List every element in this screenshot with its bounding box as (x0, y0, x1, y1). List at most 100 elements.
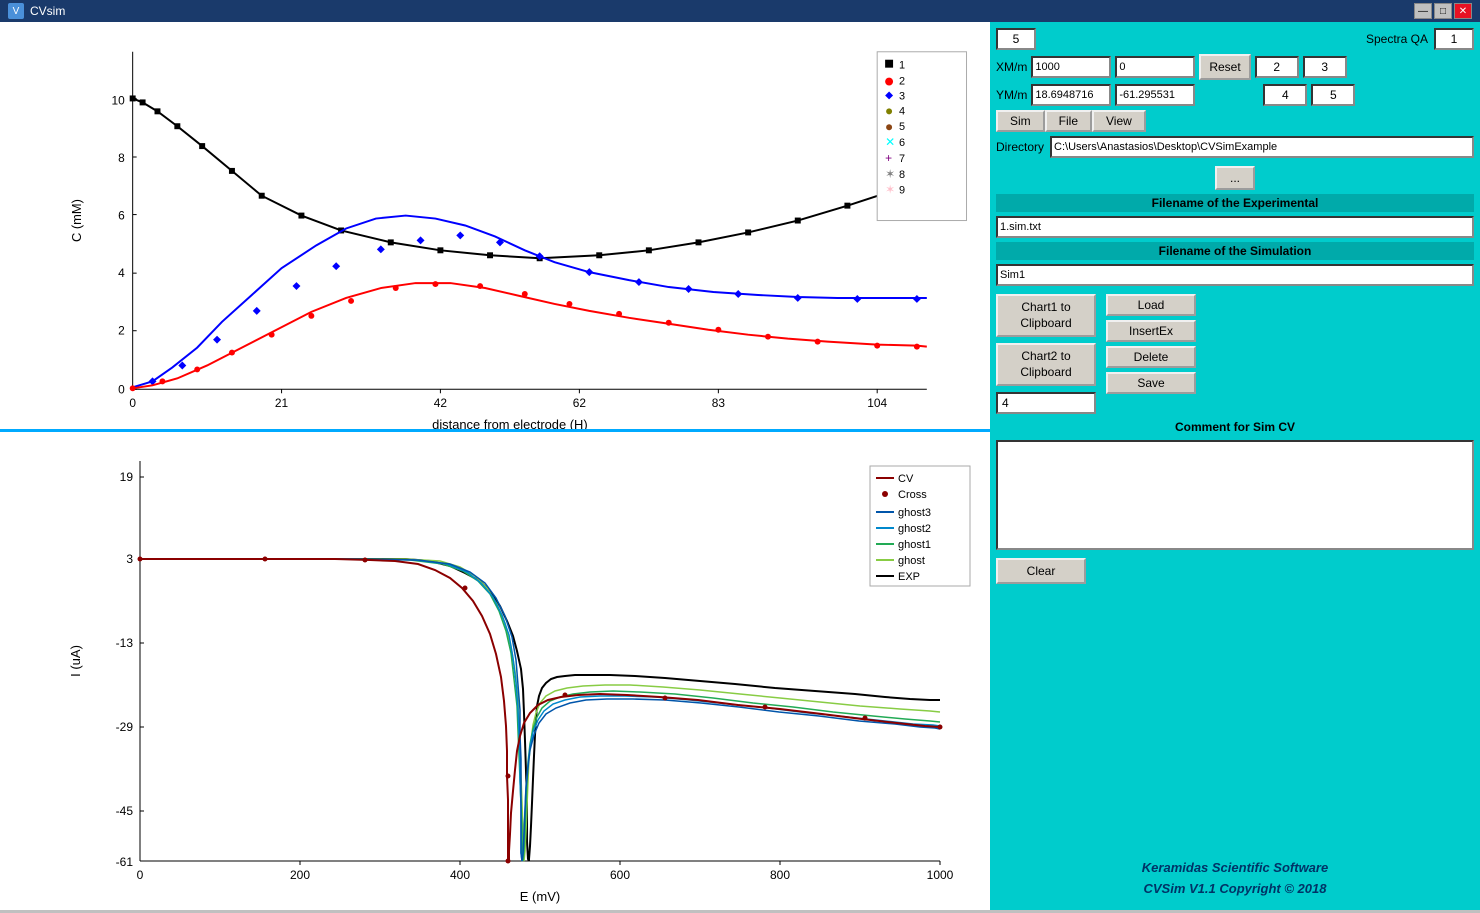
svg-text:0: 0 (129, 396, 136, 410)
chart1-clipboard-button[interactable]: Chart1 toClipboard (996, 294, 1096, 337)
num3-input[interactable] (1303, 56, 1347, 78)
chart1-svg: 0 2 4 6 8 10 C (mM) (0, 22, 990, 429)
svg-text:2: 2 (118, 324, 125, 338)
comment-label: Comment for Sim CV (996, 418, 1474, 436)
svg-text:8: 8 (899, 169, 905, 181)
svg-text:400: 400 (450, 868, 470, 882)
svg-text:104: 104 (867, 396, 887, 410)
svg-text:✶: ✶ (885, 183, 895, 197)
ym-row: YM/m (996, 84, 1474, 106)
svg-text:EXP: EXP (898, 571, 920, 583)
svg-text:2: 2 (899, 76, 905, 88)
svg-text:-61: -61 (116, 855, 134, 869)
chart2-svg: 19 3 -13 -29 -45 -61 I (uA) 0 (0, 432, 990, 910)
svg-text:0: 0 (118, 382, 125, 396)
svg-text:600: 600 (610, 868, 630, 882)
footer-line1: Keramidas Scientific Software (996, 858, 1474, 879)
reset-button[interactable]: Reset (1199, 54, 1250, 80)
svg-text:Cross: Cross (898, 489, 927, 501)
experimental-filename-input[interactable] (996, 216, 1474, 238)
app-icon: V (8, 3, 24, 19)
menu-bar: Sim File View (996, 110, 1474, 132)
menu-view[interactable]: View (1092, 110, 1146, 132)
svg-text:1: 1 (899, 60, 905, 72)
menu-sim[interactable]: Sim (996, 110, 1045, 132)
svg-text:3: 3 (899, 90, 905, 102)
ym-label: YM/m (996, 88, 1027, 102)
clear-button[interactable]: Clear (996, 558, 1086, 584)
maximize-button[interactable]: □ (1434, 3, 1452, 19)
svg-text:42: 42 (434, 396, 448, 410)
insert-ex-button[interactable]: InsertEx (1106, 320, 1196, 342)
svg-text:✶: ✶ (885, 167, 895, 181)
svg-text:6: 6 (899, 137, 905, 149)
num5-input[interactable] (1311, 84, 1355, 106)
svg-text:6: 6 (118, 209, 125, 223)
svg-text:ghost1: ghost1 (898, 539, 931, 551)
svg-text:19: 19 (120, 470, 134, 484)
close-button[interactable]: ✕ (1454, 3, 1472, 19)
svg-text:-29: -29 (116, 720, 134, 734)
xm-label: XM/m (996, 60, 1027, 74)
svg-text:-45: -45 (116, 804, 134, 818)
svg-text:800: 800 (770, 868, 790, 882)
main-container: 0 2 4 6 8 10 C (mM) (0, 22, 1480, 910)
svg-text:9: 9 (899, 185, 905, 197)
svg-text:ghost3: ghost3 (898, 507, 931, 519)
chart-top: 0 2 4 6 8 10 C (mM) (0, 22, 990, 432)
svg-text:83: 83 (712, 396, 726, 410)
svg-text:✕: ✕ (885, 135, 895, 149)
right-panel: Spectra QA XM/m Reset YM/m Sim File V (990, 22, 1480, 910)
comment-textarea[interactable] (996, 440, 1474, 550)
title-bar: V CVsim — □ ✕ (0, 0, 1480, 22)
svg-text:E (mV): E (mV) (520, 889, 560, 904)
browse-button[interactable]: ... (1215, 166, 1255, 190)
svg-text:-13: -13 (116, 636, 134, 650)
menu-file[interactable]: File (1045, 110, 1092, 132)
directory-input[interactable] (1050, 136, 1474, 158)
chart2-clipboard-button[interactable]: Chart2 toClipboard (996, 343, 1096, 386)
svg-text:C (mM): C (mM) (69, 199, 84, 242)
svg-text:1000: 1000 (927, 868, 954, 882)
svg-text:4: 4 (899, 105, 905, 117)
svg-text:ghost: ghost (898, 555, 925, 567)
svg-text:I (uA): I (uA) (68, 645, 83, 677)
xm-value2-input[interactable] (1115, 56, 1195, 78)
svg-text:+: + (885, 151, 892, 165)
ym-value2-input[interactable] (1115, 84, 1195, 106)
chart-num-input[interactable] (996, 392, 1096, 414)
directory-label: Directory (996, 140, 1044, 154)
directory-row: Directory (996, 136, 1474, 158)
experimental-header: Filename of the Experimental (996, 194, 1474, 212)
svg-text:4: 4 (118, 266, 125, 280)
simulation-filename-input[interactable] (996, 264, 1474, 286)
svg-text:5: 5 (899, 121, 905, 133)
footer-line2: CVSim V1.1 Copyright © 2018 (996, 879, 1474, 900)
xm-value1-input[interactable] (1031, 56, 1111, 78)
svg-text:3: 3 (126, 552, 133, 566)
svg-text:7: 7 (899, 153, 905, 165)
svg-text:0: 0 (137, 868, 144, 882)
window-controls[interactable]: — □ ✕ (1414, 3, 1472, 19)
svg-text:62: 62 (573, 396, 587, 410)
minimize-button[interactable]: — (1414, 3, 1432, 19)
svg-text:distance from electrode (H): distance from electrode (H) (432, 417, 587, 429)
footer-text: Keramidas Scientific Software CVSim V1.1… (996, 854, 1474, 904)
xm-row: XM/m Reset (996, 54, 1474, 80)
svg-text:CV: CV (898, 473, 914, 485)
svg-text:8: 8 (118, 151, 125, 165)
ym-value1-input[interactable] (1031, 84, 1111, 106)
svg-text:10: 10 (111, 93, 125, 107)
delete-button[interactable]: Delete (1106, 346, 1196, 368)
svg-text:21: 21 (275, 396, 289, 410)
svg-text:ghost2: ghost2 (898, 523, 931, 535)
spectra-qa-label: Spectra QA (1366, 32, 1428, 46)
spectra-input[interactable] (996, 28, 1036, 50)
charts-panel: 0 2 4 6 8 10 C (mM) (0, 22, 990, 910)
spectra-qa-input[interactable] (1434, 28, 1474, 50)
num4-input[interactable] (1263, 84, 1307, 106)
simulation-header: Filename of the Simulation (996, 242, 1474, 260)
num2-input[interactable] (1255, 56, 1299, 78)
save-button[interactable]: Save (1106, 372, 1196, 394)
load-button[interactable]: Load (1106, 294, 1196, 316)
